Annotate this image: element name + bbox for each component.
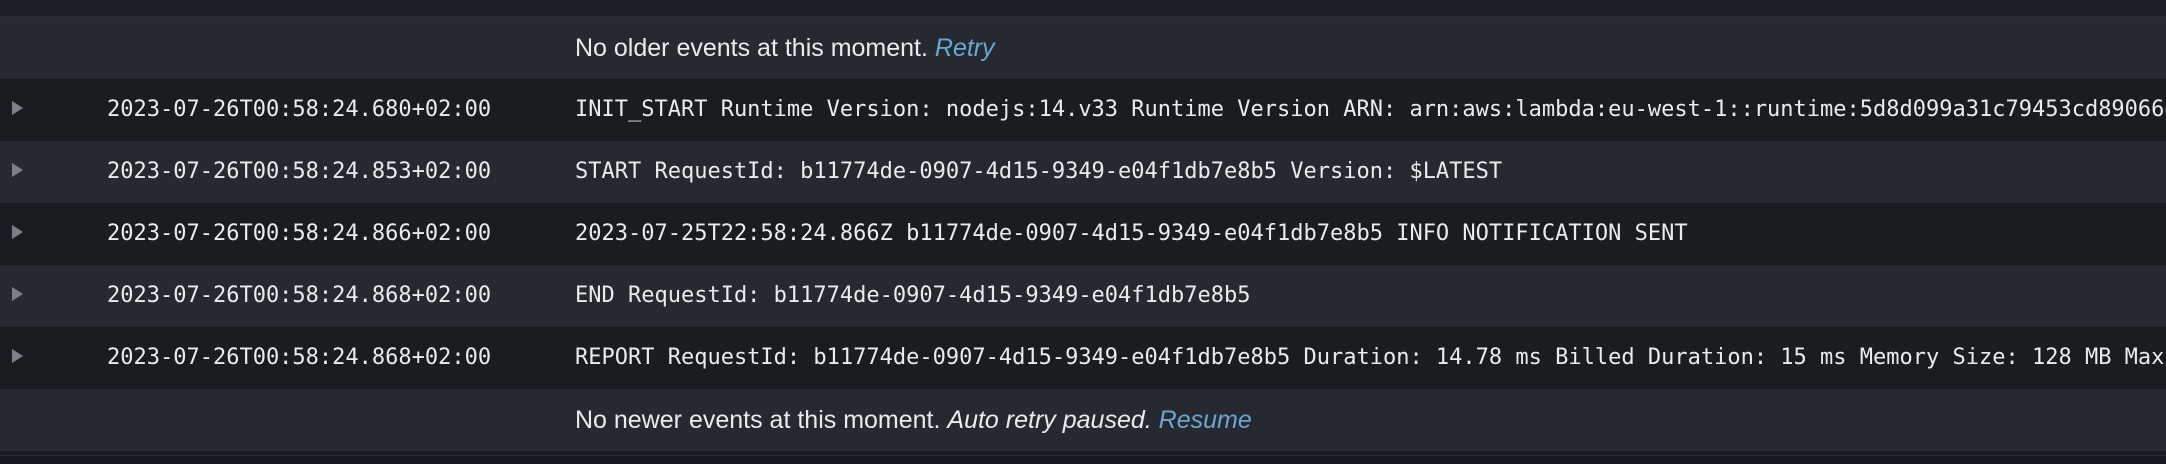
- log-event-row[interactable]: 2023-07-26T00:58:24.868+02:00 REPORT Req…: [0, 327, 2166, 389]
- log-event-row[interactable]: 2023-07-26T00:58:24.853+02:00 START Requ…: [0, 141, 2166, 203]
- log-event-row[interactable]: 2023-07-26T00:58:24.866+02:00 2023-07-25…: [0, 203, 2166, 265]
- older-events-status: No older events at this moment. Retry: [575, 17, 995, 79]
- event-message: REPORT RequestId: b11774de-0907-4d15-934…: [575, 345, 2166, 370]
- event-message: 2023-07-25T22:58:24.866Z b11774de-0907-4…: [575, 221, 1688, 246]
- caret-right-icon[interactable]: [12, 101, 23, 115]
- event-timestamp: 2023-07-26T00:58:24.853+02:00: [107, 159, 492, 184]
- table-top-divider: [0, 0, 2166, 17]
- auto-retry-paused-text: Auto retry paused.: [947, 406, 1152, 434]
- table-bottom-divider: [0, 455, 2166, 464]
- caret-right-icon[interactable]: [12, 225, 23, 239]
- event-message: INIT_START Runtime Version: nodejs:14.v3…: [575, 97, 2166, 122]
- caret-right-icon[interactable]: [12, 163, 23, 177]
- event-timestamp: 2023-07-26T00:58:24.680+02:00: [107, 97, 492, 122]
- older-events-status-row: No older events at this moment. Retry: [0, 17, 2166, 79]
- newer-events-status-row: No newer events at this moment. Auto ret…: [0, 389, 2166, 451]
- log-event-row[interactable]: 2023-07-26T00:58:24.680+02:00 INIT_START…: [0, 79, 2166, 141]
- newer-events-status: No newer events at this moment. Auto ret…: [575, 389, 1252, 451]
- event-timestamp: 2023-07-26T00:58:24.868+02:00: [107, 283, 492, 308]
- resume-link[interactable]: Resume: [1159, 406, 1252, 434]
- newer-events-text: No newer events at this moment.: [575, 406, 941, 434]
- retry-link[interactable]: Retry: [935, 34, 995, 62]
- event-message: START RequestId: b11774de-0907-4d15-9349…: [575, 159, 1503, 184]
- event-message: END RequestId: b11774de-0907-4d15-9349-e…: [575, 283, 1251, 308]
- older-events-text: No older events at this moment.: [575, 34, 928, 62]
- log-event-row[interactable]: 2023-07-26T00:58:24.868+02:00 END Reques…: [0, 265, 2166, 327]
- caret-right-icon[interactable]: [12, 287, 23, 301]
- caret-right-icon[interactable]: [12, 349, 23, 363]
- log-events-table: No older events at this moment. Retry 20…: [0, 0, 2166, 464]
- event-timestamp: 2023-07-26T00:58:24.866+02:00: [107, 221, 492, 246]
- event-timestamp: 2023-07-26T00:58:24.868+02:00: [107, 345, 492, 370]
